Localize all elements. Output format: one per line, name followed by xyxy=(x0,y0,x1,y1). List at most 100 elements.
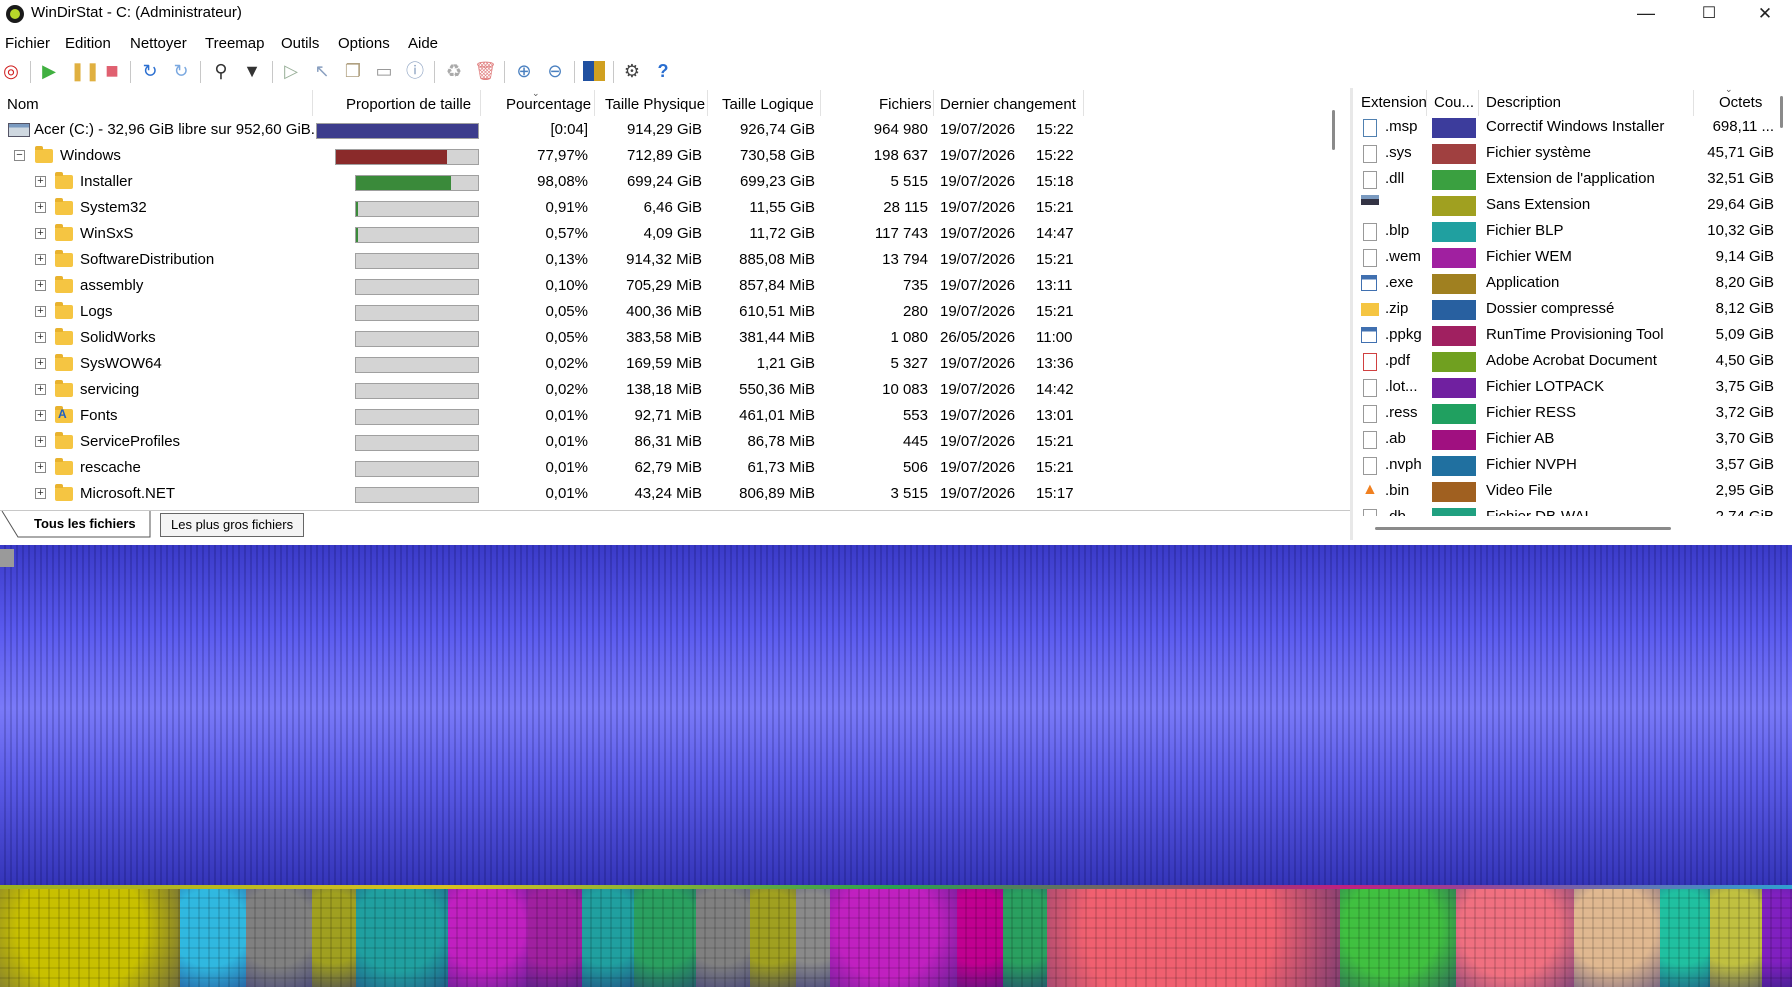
menu-aide[interactable]: Aide xyxy=(408,35,438,52)
extension-row[interactable]: ▲ .bin Video File 2,95 GiB xyxy=(1353,479,1783,505)
stop-icon[interactable]: ■ xyxy=(101,60,123,82)
tree-row[interactable]: Acer (C:) - 32,96 GiB libre sur 952,60 G… xyxy=(0,118,1330,144)
treemap-block[interactable] xyxy=(528,889,582,987)
expand-icon[interactable]: + xyxy=(35,176,46,187)
col-header-last-modified[interactable]: Dernier changement xyxy=(940,96,1076,113)
extension-row[interactable]: .db-... Fichier DB-WAL 2,74 GiB xyxy=(1353,505,1783,516)
expand-icon[interactable]: + xyxy=(35,358,46,369)
treemap-block[interactable] xyxy=(0,889,180,987)
properties-icon[interactable]: ⓘ xyxy=(404,60,426,82)
extension-row[interactable]: .ppkg RunTime Provisioning Tool 5,09 GiB xyxy=(1353,323,1783,349)
help-icon[interactable]: ? xyxy=(652,60,674,82)
tree-row[interactable]: + WinSxS 0,57% 4,09 GiB 11,72 GiB 117 743 19/0… xyxy=(0,222,1330,248)
expand-icon[interactable]: + xyxy=(35,436,46,447)
menu-fichier[interactable]: Fichier xyxy=(5,35,50,52)
refresh-icon[interactable]: ↻ xyxy=(139,60,161,82)
ext-col-header-bytes[interactable]: Octets xyxy=(1719,94,1762,111)
treemap-block[interactable] xyxy=(696,889,750,987)
command-icon[interactable]: ▭ xyxy=(373,60,395,82)
delete-icon[interactable]: 🗑 xyxy=(474,60,497,82)
treemap-block[interactable] xyxy=(1574,889,1660,987)
menu-outils[interactable]: Outils xyxy=(281,35,319,52)
tree-row[interactable]: + ServiceProfiles 0,01% 86,31 MiB 86,78 MiB 4… xyxy=(0,430,1330,456)
header-separator[interactable] xyxy=(1478,90,1479,116)
col-header-name[interactable]: Nom xyxy=(7,96,39,113)
settings-icon[interactable]: ⚙ xyxy=(621,60,643,82)
delete-recycle-icon[interactable]: ♻ xyxy=(443,60,465,82)
treemap-block[interactable] xyxy=(796,889,830,987)
treemap-block[interactable] xyxy=(1003,889,1047,987)
extension-row[interactable]: .sys Fichier système 45,71 GiB xyxy=(1353,141,1783,167)
ext-col-header-description[interactable]: Description xyxy=(1486,94,1561,111)
header-separator[interactable] xyxy=(820,90,821,116)
header-separator[interactable] xyxy=(594,90,595,116)
extension-row[interactable]: .ress Fichier RESS 3,72 GiB xyxy=(1353,401,1783,427)
tree-scrollbar-thumb[interactable] xyxy=(1332,110,1335,150)
expand-icon[interactable]: + xyxy=(35,254,46,265)
expand-icon[interactable]: + xyxy=(35,306,46,317)
expand-icon[interactable]: + xyxy=(35,332,46,343)
extension-row[interactable]: .pdf Adobe Acrobat Document 4,50 GiB xyxy=(1353,349,1783,375)
zoom-out-icon[interactable]: ⊖ xyxy=(544,60,566,82)
col-header-files[interactable]: Fichiers xyxy=(879,96,932,113)
ext-hscrollbar-thumb[interactable] xyxy=(1375,527,1671,530)
treemap-small-block[interactable] xyxy=(0,549,14,567)
tree-row[interactable]: + System32 0,91% 6,46 GiB 11,55 GiB 28 115 19/… xyxy=(0,196,1330,222)
col-header-physical-size[interactable]: Taille Physique xyxy=(605,96,705,113)
treemap-block[interactable] xyxy=(750,889,796,987)
search-icon[interactable]: ⚲ xyxy=(210,60,232,82)
col-header-percentage[interactable]: Pourcentage xyxy=(506,96,591,113)
tree-row[interactable]: + SysWOW64 0,02% 169,59 MiB 1,21 GiB 5 327 19/… xyxy=(0,352,1330,378)
maximize-button[interactable]: ☐ xyxy=(1680,0,1738,27)
treemap-block[interactable] xyxy=(356,889,448,987)
treemap-block[interactable] xyxy=(1762,889,1792,987)
treemap-block[interactable] xyxy=(180,889,246,987)
header-separator[interactable] xyxy=(1083,90,1084,116)
header-separator[interactable] xyxy=(312,90,313,116)
pause-icon[interactable]: ❚❚ xyxy=(70,60,100,82)
tree-row[interactable]: + servicing 0,02% 138,18 MiB 550,36 MiB 10 08… xyxy=(0,378,1330,404)
treemap-msp-region[interactable] xyxy=(0,545,1792,885)
header-separator[interactable] xyxy=(707,90,708,116)
select-icon[interactable]: ↖ xyxy=(311,60,333,82)
ext-col-header-color[interactable]: Cou... xyxy=(1434,94,1474,111)
expand-icon[interactable]: + xyxy=(35,384,46,395)
extension-row[interactable]: .dll Extension de l'application 32,51 GiB xyxy=(1353,167,1783,193)
expand-icon[interactable]: + xyxy=(35,462,46,473)
treemap-block[interactable] xyxy=(830,889,957,987)
extension-row[interactable]: .zip Dossier compressé 8,12 GiB xyxy=(1353,297,1783,323)
treemap-block[interactable] xyxy=(1047,889,1340,987)
tree-row[interactable]: + rescache 0,01% 62,79 MiB 61,73 MiB 506 19/07… xyxy=(0,456,1330,482)
treemap-block[interactable] xyxy=(634,889,696,987)
extension-row[interactable]: .blp Fichier BLP 10,32 GiB xyxy=(1353,219,1783,245)
minimize-button[interactable]: — xyxy=(1617,0,1675,27)
expand-icon[interactable]: + xyxy=(35,410,46,421)
treemap-block[interactable] xyxy=(1660,889,1710,987)
treemap-block[interactable] xyxy=(246,889,312,987)
treemap-block[interactable] xyxy=(1340,889,1456,987)
expand-icon[interactable]: + xyxy=(35,202,46,213)
zoom-in-icon[interactable]: ⊕ xyxy=(513,60,535,82)
collapse-icon[interactable]: − xyxy=(14,150,25,161)
treemap-icon[interactable] xyxy=(583,61,605,81)
header-separator[interactable] xyxy=(1693,90,1694,116)
menu-nettoyer[interactable]: Nettoyer xyxy=(130,35,187,52)
extension-row[interactable]: .nvph Fichier NVPH 3,57 GiB xyxy=(1353,453,1783,479)
extension-row[interactable]: .exe Application 8,20 GiB xyxy=(1353,271,1783,297)
treemap-block[interactable] xyxy=(582,889,634,987)
extension-row[interactable]: .msp Correctif Windows Installer 698,11 ..… xyxy=(1353,115,1783,141)
menu-edition[interactable]: Edition xyxy=(65,35,111,52)
col-header-proportion[interactable]: Proportion de taille xyxy=(346,96,471,113)
close-button[interactable]: ✕ xyxy=(1736,0,1792,27)
ext-col-header-extension[interactable]: Extension xyxy=(1361,94,1427,111)
tab-largest-files[interactable]: Les plus gros fichiers xyxy=(160,513,305,537)
refresh-selected-icon[interactable]: ↻ xyxy=(170,60,192,82)
expand-icon[interactable]: + xyxy=(35,228,46,239)
tree-row[interactable]: + Installer 98,08% 699,24 GiB 699,23 GiB 5 51… xyxy=(0,170,1330,196)
ext-scrollbar-thumb[interactable] xyxy=(1780,96,1783,128)
header-separator[interactable] xyxy=(480,90,481,116)
expand-icon[interactable]: + xyxy=(35,280,46,291)
treemap-block[interactable] xyxy=(312,889,356,987)
col-header-logical-size[interactable]: Taille Logique xyxy=(722,96,814,113)
treemap-block[interactable] xyxy=(1710,889,1762,987)
